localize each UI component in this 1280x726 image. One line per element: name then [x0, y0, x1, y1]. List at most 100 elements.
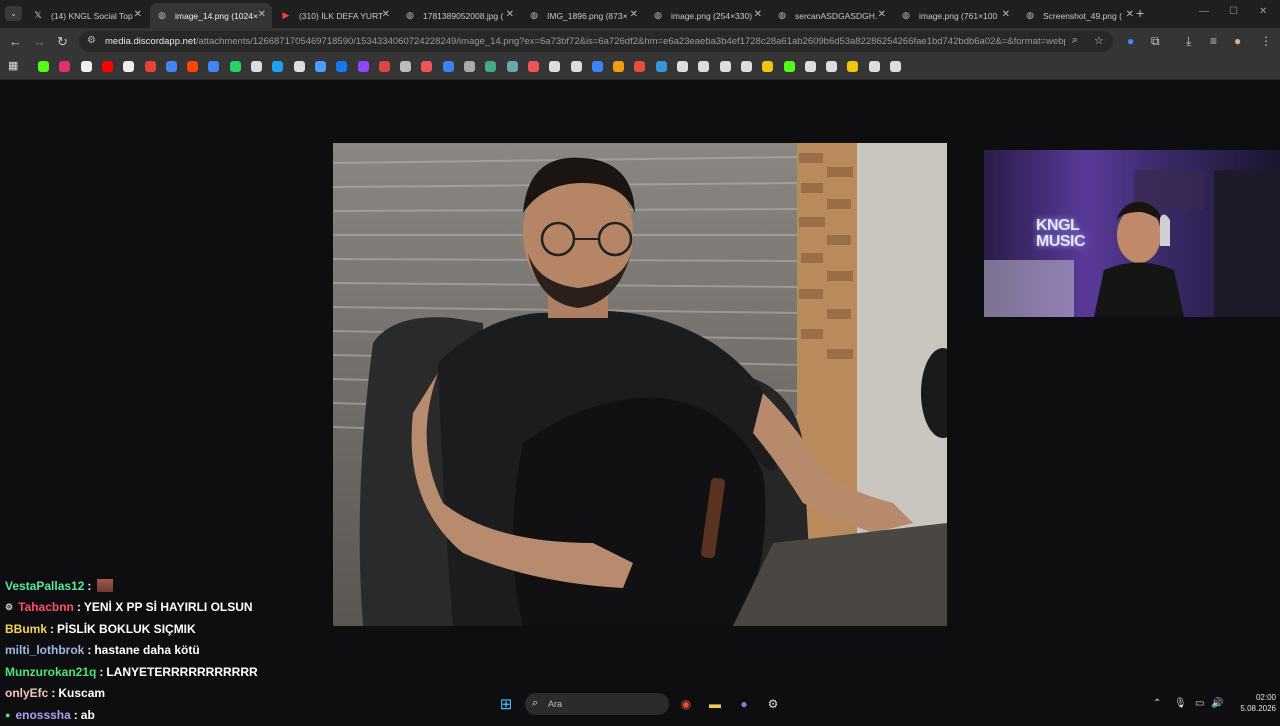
maximize-button[interactable]: ☐ [1229, 6, 1238, 17]
bookmark-photo-icon[interactable] [485, 61, 497, 72]
site-info-icon[interactable]: ⚙ [87, 35, 96, 46]
tab-2[interactable]: ◍ image_14.png (1024× ✕ [150, 3, 272, 28]
tab-search-button[interactable]: ⌄ [5, 6, 22, 21]
taskbar-search[interactable]: ⌕ Ara [525, 693, 669, 715]
bookmark-nav-icon[interactable] [655, 61, 667, 72]
bookmark-feather-icon[interactable] [400, 61, 412, 72]
bookmark-shazam-icon[interactable] [272, 61, 284, 72]
chrome-icon[interactable]: ◉ [677, 695, 695, 713]
clock-date: 5.08.2026 [1240, 704, 1276, 713]
bookmark-google-icon[interactable] [123, 61, 135, 72]
bookmark-instagram-icon[interactable] [59, 61, 71, 72]
tab-6[interactable]: ◍ image.png (254×330) ✕ [646, 3, 768, 28]
bookmark-calendar-icon[interactable] [293, 61, 305, 72]
tab-8[interactable]: ◍ image.png (761×100 ✕ [894, 3, 1016, 28]
extensions-puzzle-icon[interactable]: ⧉ [1151, 34, 1160, 49]
volume-icon[interactable]: 🔊 [1211, 698, 1223, 709]
profile-avatar-icon[interactable]: ● [1234, 34, 1241, 48]
bookmark-gmail-icon[interactable] [144, 61, 156, 72]
close-tab-icon[interactable]: ✕ [506, 9, 514, 20]
bookmark-pin-icon[interactable] [527, 61, 539, 72]
tab-4[interactable]: ◍ 1781389052008.jpg (✕ [398, 3, 520, 28]
chat-text: LANYETERRRRRRRRRRR [106, 664, 258, 679]
chat-text: Kuscam [58, 686, 106, 701]
bookmark-web-icon[interactable] [570, 61, 582, 72]
media-control-icon[interactable]: ≡ [1210, 34, 1217, 48]
discord-icon[interactable]: ● [735, 695, 753, 713]
bookmark-whatsapp-icon[interactable] [229, 61, 241, 72]
bookmark-game-icon[interactable] [421, 61, 433, 72]
bookmark-pacman-icon[interactable] [762, 61, 774, 72]
close-tab-icon[interactable]: ✕ [258, 9, 266, 20]
tab-strip: ⌄ 𝕏 (14) KNGL Social Top ✕ ◍ image_14.png (1… [0, 0, 1280, 28]
bookmark-app-icon[interactable] [677, 61, 688, 72]
tab-9[interactable]: ◍ Screenshot_49.png (✕ [1018, 3, 1140, 28]
tab-5[interactable]: ◍ IMG_1896.png (873× ✕ [522, 3, 644, 28]
extension-blue-icon[interactable]: ● [1127, 34, 1134, 48]
bookmark-box-icon[interactable] [698, 61, 710, 72]
bookmark-translate-icon[interactable] [208, 61, 220, 72]
new-tab-button[interactable]: + [1136, 5, 1144, 21]
address-bar[interactable]: ⚙ media.discordapp.net/attachments/12668… [79, 31, 1113, 52]
badge-icon: ⚙ [5, 601, 14, 612]
bookmark-star-icon[interactable] [740, 61, 752, 72]
close-window-button[interactable]: ✕ [1259, 6, 1267, 17]
globe-icon: ◍ [158, 10, 166, 20]
bookmark-openai-icon[interactable] [868, 61, 880, 72]
reload-button[interactable]: ↻ [57, 34, 68, 50]
zoom-search-icon[interactable]: ⌕ [1072, 34, 1078, 47]
bookmark-arrow-icon[interactable] [314, 61, 326, 72]
close-tab-icon[interactable]: ✕ [754, 9, 762, 20]
bookmark-kick-icon[interactable] [783, 61, 795, 72]
bookmark-tool-icon[interactable] [506, 61, 518, 72]
windows-start-icon[interactable]: ⊞ [497, 695, 515, 713]
bookmark-globe-icon[interactable] [549, 61, 561, 72]
bookmark-x-icon[interactable] [80, 61, 92, 72]
apps-grid-icon[interactable]: ▦ [8, 59, 18, 72]
bookmark-bing-icon[interactable] [442, 61, 454, 72]
bookmark-app-icon[interactable] [251, 61, 262, 72]
url-text[interactable]: media.discordapp.net/attachments/1266871… [105, 36, 1065, 47]
chat-message: ⚙ Tahacbnn: YENİ X PP Sİ HAYIRLI OLSUN [5, 597, 325, 619]
bookmark-twitch-icon[interactable] [357, 61, 369, 72]
forward-button[interactable]: → [33, 34, 46, 49]
close-tab-icon[interactable]: ✕ [134, 9, 142, 20]
close-tab-icon[interactable]: ✕ [1126, 9, 1134, 20]
menu-kebab-icon[interactable]: ⋮ [1260, 34, 1272, 48]
bookmark-folder-icon[interactable] [847, 61, 859, 72]
bookmark-tsd-icon[interactable] [826, 61, 838, 72]
chat-separator: : [87, 578, 92, 593]
bookmark-reddit-icon[interactable] [187, 61, 199, 72]
chat-username: milti_lothbrok [5, 643, 85, 658]
chat-message: ● enossshа: ab [5, 704, 325, 726]
bookmark-chart-icon[interactable] [634, 61, 646, 72]
minimize-button[interactable]: — [1199, 6, 1209, 17]
close-tab-icon[interactable]: ✕ [1002, 9, 1010, 20]
bookmark-app-icon[interactable] [804, 61, 816, 72]
bookmark-cup-icon[interactable] [613, 61, 625, 72]
close-tab-icon[interactable]: ✕ [878, 9, 886, 20]
close-tab-icon[interactable]: ✕ [382, 9, 390, 20]
bookmark-kick-icon[interactable] [38, 61, 49, 72]
tab-7[interactable]: ◍ sercanASDGASDGH. ✕ [770, 3, 892, 28]
app-gear-icon[interactable]: ⚙ [764, 695, 782, 713]
back-button[interactable]: ← [9, 34, 22, 49]
tab-3[interactable]: ▶ (310) İLK DEFA YURT ✕ [274, 3, 396, 28]
bookmark-facebook-icon[interactable] [336, 61, 348, 72]
bookmark-grid-icon[interactable] [890, 61, 901, 72]
bookmark-dart-icon[interactable] [378, 61, 390, 72]
bookmark-star-icon[interactable]: ☆ [1094, 34, 1104, 47]
bookmark-store-icon[interactable] [591, 61, 603, 72]
tab-1[interactable]: 𝕏 (14) KNGL Social Top ✕ [26, 3, 148, 28]
bookmark-drive-icon[interactable] [165, 61, 177, 72]
close-tab-icon[interactable]: ✕ [630, 9, 638, 20]
microphone-icon[interactable]: 🎙 [1174, 698, 1187, 709]
download-icon[interactable]: ⤓ [1186, 34, 1191, 49]
tray-chevron-up-icon[interactable]: ⌃ [1153, 698, 1161, 709]
bookmark-play-icon[interactable] [464, 61, 475, 72]
network-icon[interactable]: ▭ [1195, 698, 1204, 709]
bookmark-stack-icon[interactable] [719, 61, 731, 72]
clock[interactable]: 02:00 5.08.2026 [1226, 692, 1276, 714]
bookmark-youtube-icon[interactable] [101, 61, 113, 72]
file-explorer-icon[interactable]: ▬ [706, 695, 724, 713]
